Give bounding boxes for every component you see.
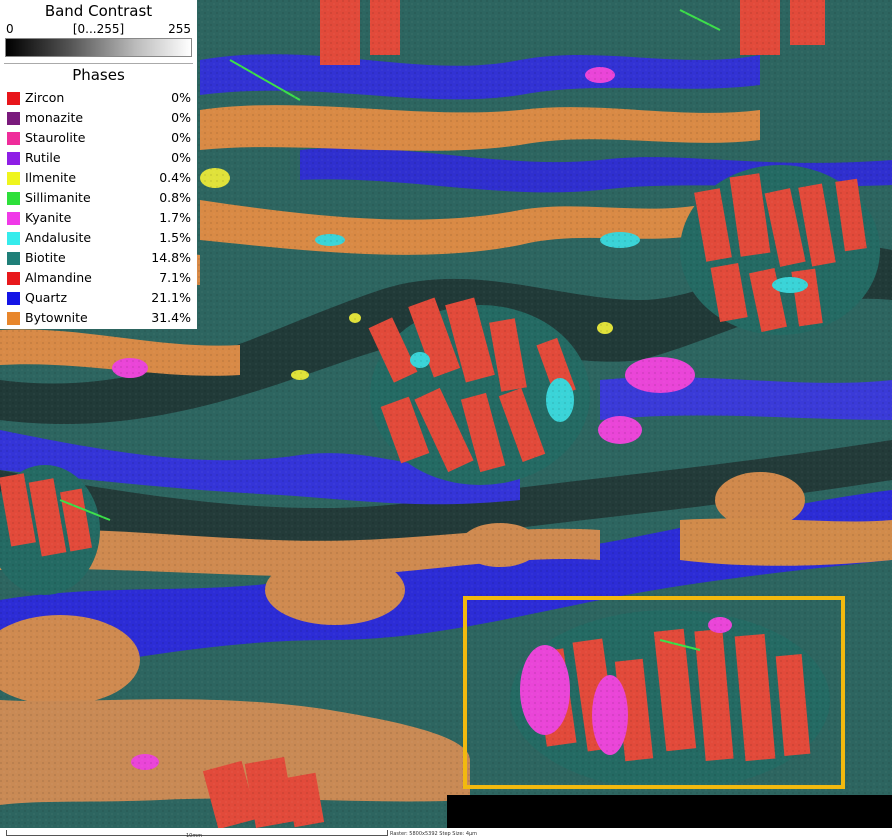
band-contrast-scale-labels: 0 [0...255] 255 (4, 22, 193, 36)
phase-swatch (7, 92, 20, 105)
phase-name: Andalusite (25, 230, 92, 245)
phase-row-ilmenite: Ilmenite 0.4% (4, 168, 193, 188)
legend-panel: Band Contrast 0 [0...255] 255 Phases Zir… (0, 0, 197, 329)
phase-row-rutile: Rutile 0% (4, 148, 193, 168)
phase-row-staurolite: Staurolite 0% (4, 128, 193, 148)
phase-swatch (7, 272, 20, 285)
phase-name: Almandine (25, 270, 92, 285)
phase-row-biotite: Biotite 14.8% (4, 248, 193, 268)
phase-name: Bytownite (25, 310, 88, 325)
phase-swatch (7, 132, 20, 145)
phase-swatch (7, 252, 20, 265)
band-contrast-gradient (5, 38, 192, 57)
phase-percent: 0% (171, 90, 191, 105)
phase-row-andalusite: Andalusite 1.5% (4, 228, 193, 248)
phase-swatch (7, 292, 20, 305)
phase-swatch (7, 152, 20, 165)
phase-name: Biotite (25, 250, 66, 265)
phase-swatch (7, 212, 20, 225)
phase-swatch (7, 312, 20, 325)
phase-percent: 0% (171, 130, 191, 145)
raster-info: Raster: 5800x5392 Step Size: 4µm (390, 831, 478, 837)
phase-list: Zircon 0% monazite 0% Staurolite 0% Rutile 0% Il… (4, 88, 193, 328)
phase-percent: 0% (171, 110, 191, 125)
region-of-interest-box (463, 596, 845, 789)
footer-strip: 10mm Raster: 5800x5392 Step Size: 4µm (0, 828, 892, 840)
band-contrast-title: Band Contrast (44, 2, 153, 20)
phase-percent: 14.8% (151, 250, 191, 265)
phase-row-kyanite: Kyanite 1.7% (4, 208, 193, 228)
phase-swatch (7, 172, 20, 185)
phase-row-almandine: Almandine 7.1% (4, 268, 193, 288)
phase-name: Staurolite (25, 130, 86, 145)
phase-row-zircon: Zircon 0% (4, 88, 193, 108)
scale-range-label: [0...255] (72, 22, 125, 36)
phase-row-quartz: Quartz 21.1% (4, 288, 193, 308)
phase-swatch (7, 112, 20, 125)
phase-row-sillimanite: Sillimanite 0.8% (4, 188, 193, 208)
phase-name: Ilmenite (25, 170, 77, 185)
phase-name: Sillimanite (25, 190, 91, 205)
phase-name: Zircon (25, 90, 65, 105)
phase-swatch (7, 192, 20, 205)
phase-percent: 31.4% (151, 310, 191, 325)
phase-swatch (7, 232, 20, 245)
scale-bar-label: 10mm (186, 833, 203, 839)
phase-percent: 21.1% (151, 290, 191, 305)
phase-percent: 0.4% (159, 170, 191, 185)
phase-name: Rutile (25, 150, 61, 165)
black-mask-area (447, 795, 892, 828)
phase-percent: 0% (171, 150, 191, 165)
phase-name: Quartz (25, 290, 68, 305)
phase-percent: 1.5% (159, 230, 191, 245)
phase-name: monazite (25, 110, 84, 125)
phase-percent: 7.1% (159, 270, 191, 285)
scale-max-label: 255 (168, 22, 191, 36)
phase-percent: 1.7% (159, 210, 191, 225)
phase-row-monazite: monazite 0% (4, 108, 193, 128)
phase-percent: 0.8% (159, 190, 191, 205)
phases-title: Phases (72, 66, 125, 84)
phase-row-bytownite: Bytownite 31.4% (4, 308, 193, 328)
phase-name: Kyanite (25, 210, 72, 225)
